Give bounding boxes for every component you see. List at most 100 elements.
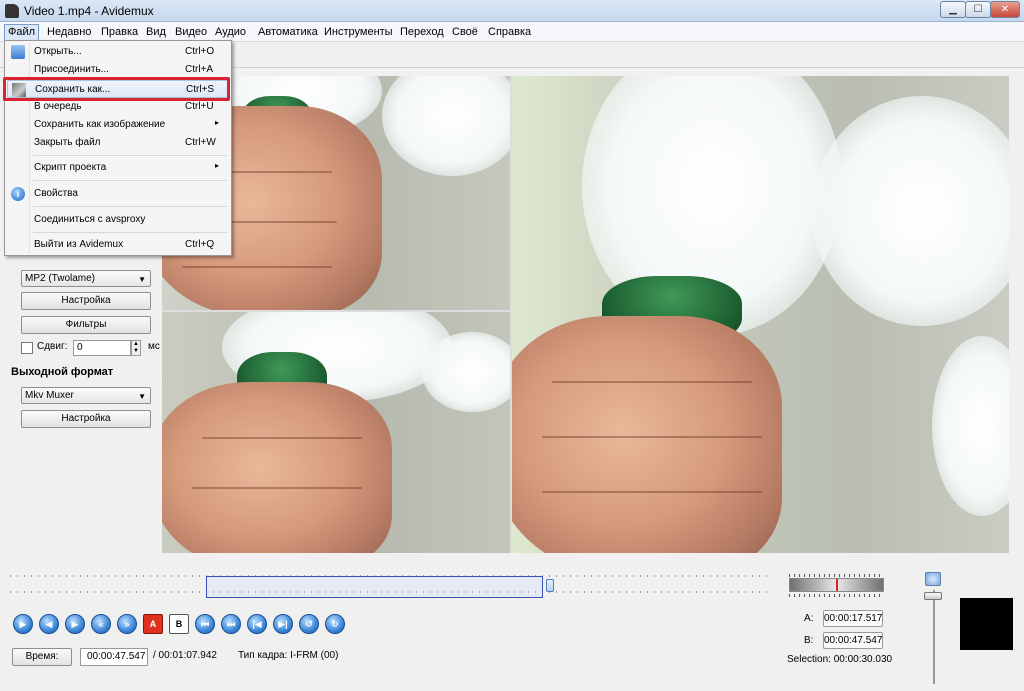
marker-b-label: B: <box>804 635 814 646</box>
menu-view[interactable]: Вид <box>143 25 169 40</box>
frame-type: Тип кадра: I-FRM (00) <box>238 650 339 661</box>
first-frame-icon[interactable]: |◀ <box>247 614 267 634</box>
menu-item-properties[interactable]: i Свойства <box>7 185 229 203</box>
shift-checkbox[interactable] <box>21 342 33 354</box>
menu-item-shortcut: Ctrl+U <box>185 101 214 112</box>
menu-item-label: Сохранить как изображение <box>34 119 166 130</box>
video-frame-main <box>512 76 1009 553</box>
output-format-title: Выходной формат <box>11 366 114 378</box>
open-icon <box>11 45 25 59</box>
menu-bar: Файл Недавно Правка Вид Видео Аудио Авто… <box>0 22 1024 42</box>
timeline-slider[interactable] <box>10 572 770 598</box>
shift-row: Сдвиг: 0 ▲ ▼ мс <box>21 340 161 356</box>
output-configure-button[interactable]: Настройка <box>21 410 151 428</box>
chevron-down-icon: ▼ <box>138 392 146 401</box>
time-row: Время: 00:00:47.547 / 00:01:07.942 Тип к… <box>12 648 412 666</box>
title-bar: Video 1.mp4 - Avidemux ▁ ☐ ✕ <box>0 0 1024 22</box>
app-icon <box>5 4 19 18</box>
menu-separator <box>33 206 227 207</box>
speaker-icon[interactable] <box>925 572 941 586</box>
volume-ticks-bottom <box>789 594 884 597</box>
menu-tools[interactable]: Инструменты <box>321 25 396 40</box>
menu-separator <box>33 232 227 233</box>
back-icon[interactable]: ↺ <box>299 614 319 634</box>
output-format-select[interactable]: Mkv Muxer ▼ <box>21 387 151 404</box>
submenu-arrow-icon: ▸ <box>215 118 220 127</box>
chevron-down-icon: ▼ <box>138 275 146 284</box>
video-preview <box>162 76 1009 553</box>
last-frame-icon[interactable]: ▶| <box>273 614 293 634</box>
menu-item-open[interactable]: Открыть... Ctrl+O <box>7 43 229 61</box>
menu-item-label: Закрыть файл <box>34 137 101 148</box>
menu-item-label: Присоединить... <box>34 64 110 75</box>
next-keyframe-icon[interactable]: » <box>117 614 137 634</box>
menu-item-avsproxy[interactable]: Соединиться с avsproxy <box>7 211 229 229</box>
play-icon[interactable]: ▶ <box>13 614 33 634</box>
volume-meter <box>789 578 884 592</box>
timeline-selection <box>206 576 543 598</box>
menu-item-exit[interactable]: Выйти из Avidemux Ctrl+Q <box>7 236 229 254</box>
output-format-value: Mkv Muxer <box>25 390 74 401</box>
menu-item-project-script[interactable]: Скрипт проекта ▸ <box>7 159 229 177</box>
menu-item-shortcut: Ctrl+Q <box>185 239 215 250</box>
audio-codec-value: MP2 (Twolame) <box>25 273 96 284</box>
menu-item-close-file[interactable]: Закрыть файл Ctrl+W <box>7 134 229 152</box>
marker-b-icon[interactable]: B <box>169 614 189 634</box>
shift-input[interactable]: 0 <box>73 340 131 356</box>
current-time-field[interactable]: 00:00:47.547 <box>80 648 148 666</box>
time-button[interactable]: Время: <box>12 648 72 666</box>
volume-slider[interactable] <box>924 572 942 684</box>
slider-thumb[interactable] <box>924 592 942 600</box>
marker-b-time[interactable]: 00:00:47.547 <box>823 632 883 649</box>
close-button[interactable]: ✕ <box>990 1 1020 18</box>
menu-item-save-image[interactable]: Сохранить как изображение ▸ <box>7 116 229 134</box>
menu-item-shortcut: Ctrl+A <box>185 64 214 75</box>
file-menu-dropdown: Открыть... Ctrl+O Присоединить... Ctrl+A… <box>4 40 232 256</box>
timeline-cursor[interactable] <box>546 579 554 592</box>
menu-item-label: Свойства <box>34 188 78 199</box>
audio-configure-button[interactable]: Настройка <box>21 292 151 310</box>
menu-separator <box>33 180 227 181</box>
menu-item-label: Скрипт проекта <box>34 162 107 173</box>
selection-duration: Selection: 00:00:30.030 <box>787 654 893 665</box>
highlight-annotation <box>3 77 230 101</box>
next-frame-icon[interactable]: ▶ <box>65 614 85 634</box>
volume-ticks-top <box>789 574 884 577</box>
menu-item-label: В очередь <box>34 101 82 112</box>
navigation-toolbar: ▶ ◀ ▶ « » A B ⏮ ⏭ |◀ ▶| ↺ ↻ <box>13 614 345 636</box>
menu-item-shortcut: Ctrl+W <box>185 137 216 148</box>
shift-spinner[interactable]: ▲ ▼ <box>131 340 141 356</box>
window-title: Video 1.mp4 - Avidemux <box>24 4 154 18</box>
video-frame-bottom-left <box>162 312 510 553</box>
audio-codec-select[interactable]: MP2 (Twolame) ▼ <box>21 270 151 287</box>
menu-edit[interactable]: Правка <box>98 25 141 40</box>
prev-keyframe-icon[interactable]: « <box>91 614 111 634</box>
menu-item-label: Выйти из Avidemux <box>34 239 124 250</box>
shift-unit: мс <box>148 341 160 352</box>
info-icon: i <box>11 187 25 201</box>
forward-icon[interactable]: ↻ <box>325 614 345 634</box>
submenu-arrow-icon: ▸ <box>215 161 220 170</box>
menu-video[interactable]: Видео <box>172 25 210 40</box>
minimize-button[interactable]: ▁ <box>940 1 966 18</box>
menu-file[interactable]: Файл <box>4 24 40 41</box>
menu-auto[interactable]: Автоматика <box>255 25 321 40</box>
audio-filters-button[interactable]: Фильтры <box>21 316 151 334</box>
menu-item-shortcut: Ctrl+O <box>185 46 215 57</box>
menu-recent[interactable]: Недавно <box>44 25 94 40</box>
maximize-button[interactable]: ☐ <box>965 1 991 18</box>
marker-a-time[interactable]: 00:00:17.517 <box>823 610 883 627</box>
go-to-b-icon[interactable]: ⏭ <box>221 614 241 634</box>
prev-frame-icon[interactable]: ◀ <box>39 614 59 634</box>
marker-a-label: A: <box>804 613 814 624</box>
menu-audio[interactable]: Аудио <box>212 25 249 40</box>
go-to-a-icon[interactable]: ⏮ <box>195 614 215 634</box>
menu-go[interactable]: Переход <box>397 25 447 40</box>
menu-item-label: Открыть... <box>34 46 82 57</box>
menu-help[interactable]: Справка <box>485 25 534 40</box>
slider-track <box>933 590 935 684</box>
marker-a-icon[interactable]: A <box>143 614 163 634</box>
menu-separator <box>33 155 227 156</box>
menu-custom[interactable]: Своё <box>449 25 481 40</box>
shift-label: Сдвиг: <box>37 341 68 352</box>
